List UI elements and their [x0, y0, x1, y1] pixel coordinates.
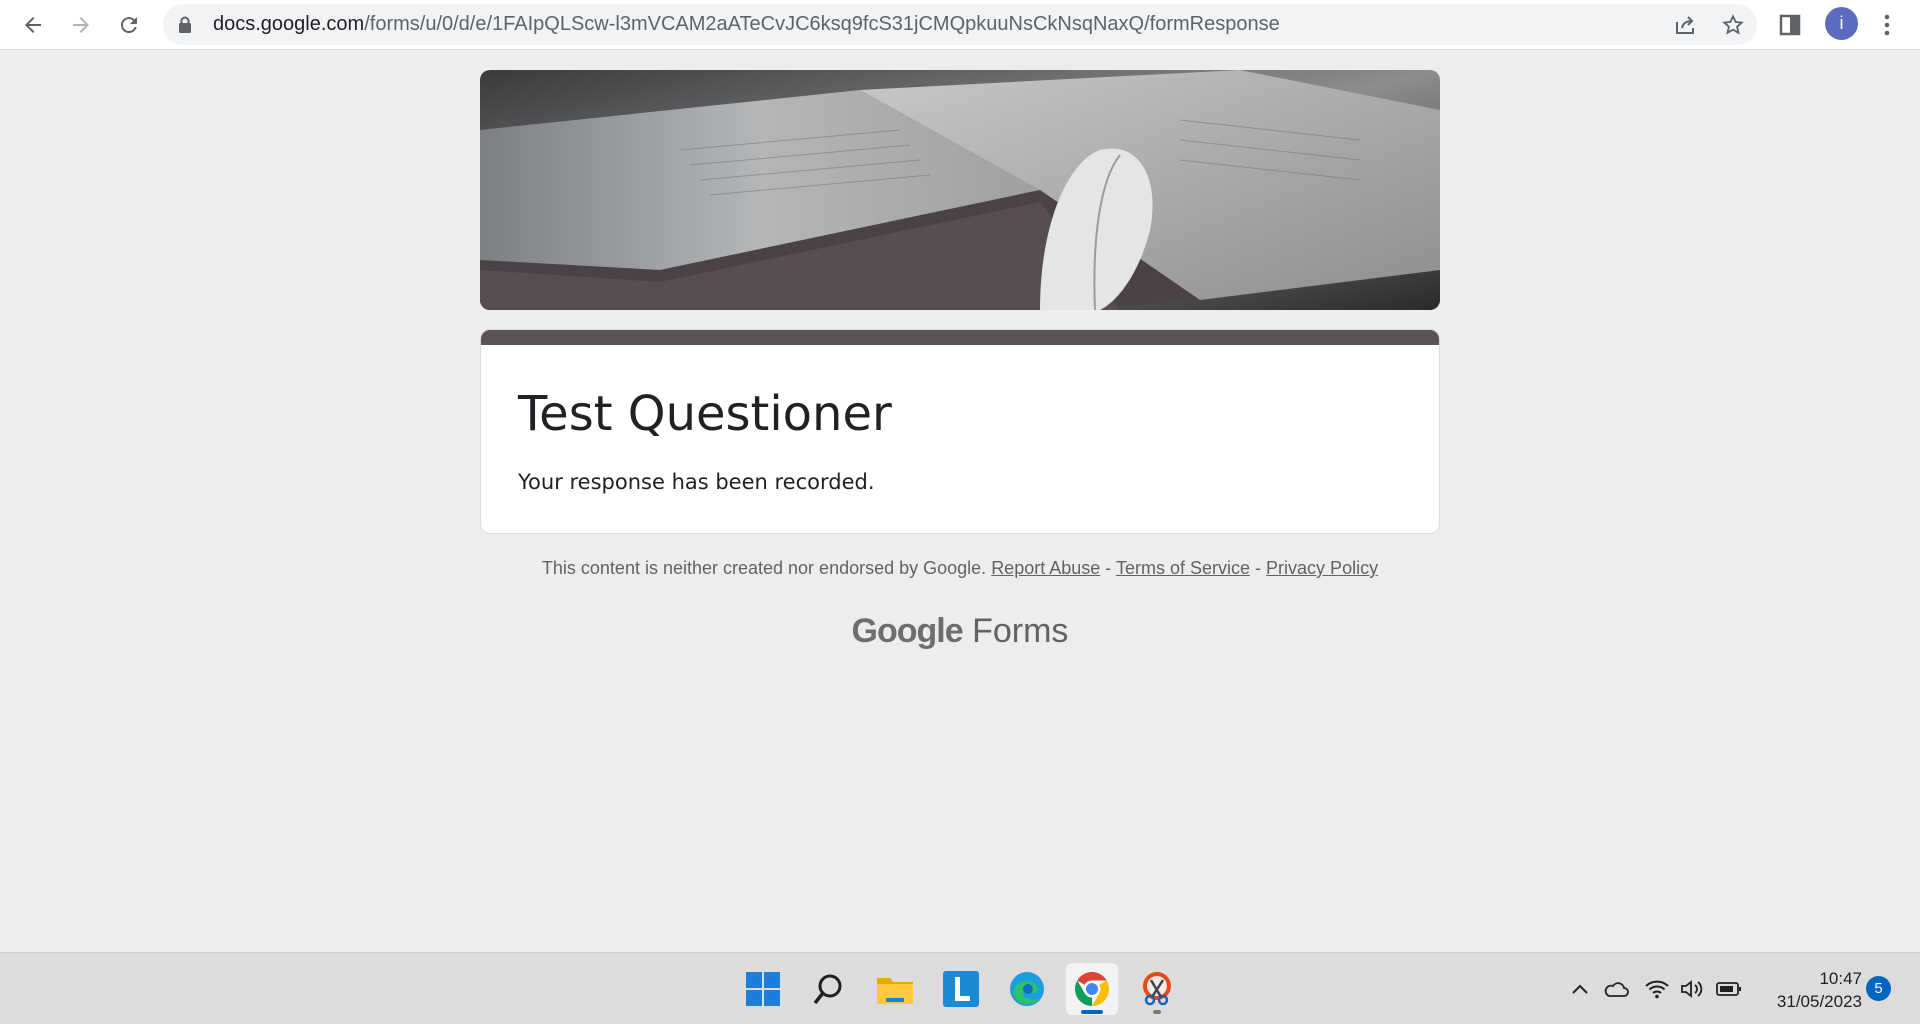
bookmark-button[interactable]	[1716, 9, 1750, 41]
chrome-icon	[1075, 972, 1109, 1006]
form-title: Test Questioner	[518, 386, 892, 442]
taskbar: 10:47 31/05/2023 5	[0, 952, 1920, 1024]
forward-button[interactable]	[61, 5, 101, 45]
card-accent-bar	[481, 330, 1439, 345]
network-button[interactable]	[1643, 975, 1671, 1003]
battery-button[interactable]	[1715, 975, 1743, 1003]
wifi-icon	[1645, 980, 1669, 999]
url-text: docs.google.com/forms/u/0/d/e/1FAIpQLScw…	[213, 4, 1280, 45]
form-header-image	[480, 70, 1440, 310]
profile-avatar[interactable]: i	[1825, 7, 1858, 40]
speaker-icon	[1681, 980, 1703, 998]
reload-icon	[120, 17, 137, 34]
browser-toolbar: docs.google.com/forms/u/0/d/e/1FAIpQLScw…	[0, 0, 1920, 50]
star-icon	[1722, 14, 1744, 35]
snipping-tool-button[interactable]	[1131, 963, 1183, 1015]
notification-badge[interactable]: 5	[1866, 976, 1891, 1001]
browser-menu-button[interactable]	[1867, 5, 1907, 45]
start-button[interactable]	[737, 963, 789, 1015]
google-forms-logo[interactable]: Google Forms	[0, 612, 1920, 651]
windows-icon	[746, 972, 780, 1006]
share-button[interactable]	[1668, 9, 1702, 41]
edge-icon	[1010, 972, 1044, 1006]
search-icon	[813, 974, 842, 1005]
battery-icon	[1716, 982, 1741, 996]
more-vert-icon	[1884, 14, 1890, 36]
back-button[interactable]	[13, 5, 53, 45]
edge-button[interactable]	[1001, 963, 1053, 1015]
onedrive-button[interactable]	[1602, 975, 1630, 1003]
reload-button[interactable]	[109, 5, 149, 45]
folder-icon	[877, 978, 913, 1004]
forms-wordmark: Forms	[972, 612, 1069, 650]
footer-disclaimer: This content is neither created nor endo…	[0, 558, 1920, 579]
chevron-up-icon	[1572, 984, 1588, 994]
side-panel-button[interactable]	[1770, 5, 1810, 45]
cloud-icon	[1604, 982, 1629, 997]
report-abuse-link[interactable]: Report Abuse	[991, 558, 1100, 578]
footer-separator: -	[1105, 558, 1112, 578]
show-hidden-icons-button[interactable]	[1566, 975, 1594, 1003]
privacy-policy-link[interactable]: Privacy Policy	[1266, 558, 1378, 578]
disclaimer-text: This content is neither created nor endo…	[541, 558, 987, 578]
response-card: Test Questioner Your response has been r…	[480, 329, 1440, 534]
file-explorer-button[interactable]	[869, 963, 921, 1015]
snipping-tool-icon	[1142, 972, 1171, 1006]
clock[interactable]: 10:47 31/05/2023	[1752, 967, 1862, 1013]
terms-of-service-link[interactable]: Terms of Service	[1116, 558, 1250, 578]
chrome-button[interactable]	[1066, 963, 1118, 1015]
app-l-button[interactable]	[935, 963, 987, 1015]
l-app-icon	[943, 971, 979, 1007]
lock-icon	[178, 16, 192, 38]
arrow-right-icon	[73, 17, 89, 33]
url-host: docs.google.com	[213, 13, 365, 35]
volume-button[interactable]	[1678, 975, 1706, 1003]
google-wordmark: Google	[851, 612, 964, 650]
clock-date: 31/05/2023	[1776, 992, 1862, 1011]
running-indicator	[1153, 1010, 1161, 1014]
footer-separator: -	[1255, 558, 1262, 578]
search-button[interactable]	[803, 963, 855, 1015]
address-bar[interactable]: docs.google.com/forms/u/0/d/e/1FAIpQLScw…	[163, 4, 1757, 45]
clock-time: 10:47	[1819, 969, 1862, 988]
arrow-left-icon	[25, 17, 41, 33]
url-path: /forms/u/0/d/e/1FAIpQLScw-l3mVCAM2aATeCv…	[364, 13, 1280, 35]
share-icon	[1676, 16, 1694, 34]
active-indicator	[1081, 1010, 1103, 1014]
confirmation-message: Your response has been recorded.	[518, 470, 875, 494]
side-panel-icon	[1779, 14, 1801, 36]
